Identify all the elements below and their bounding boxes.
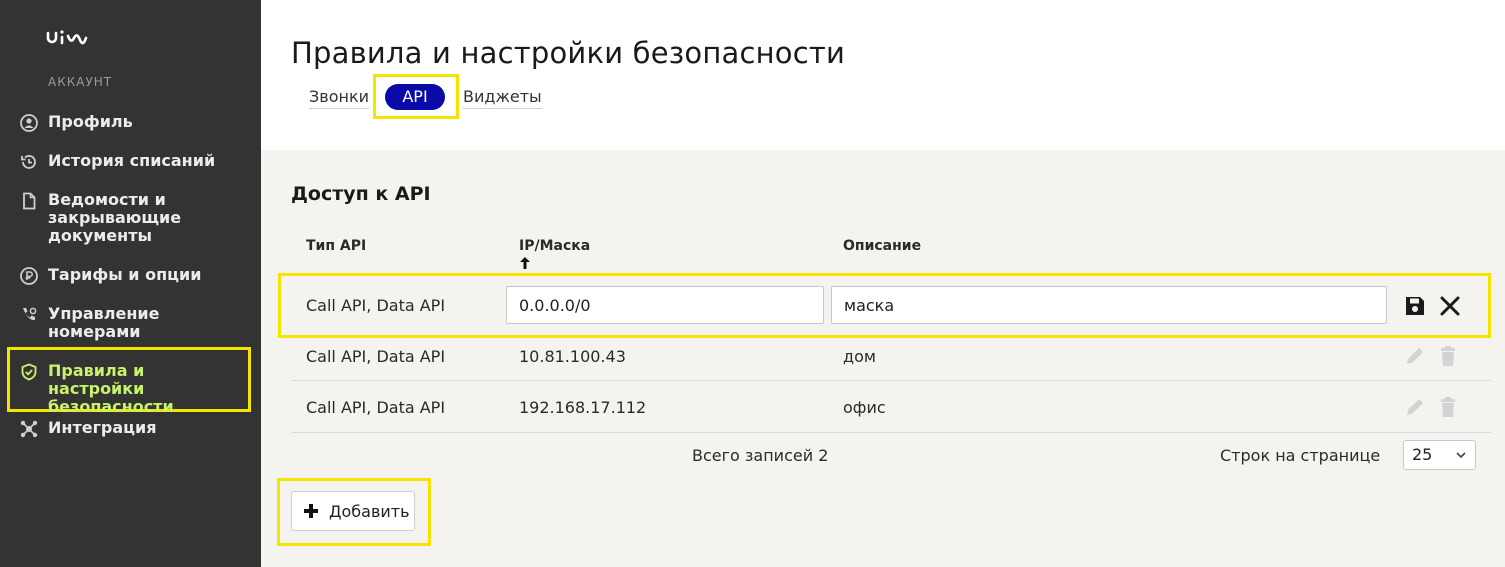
delete-icon[interactable]: [1437, 396, 1459, 418]
sort-ascending-icon[interactable]: [519, 256, 531, 270]
page-title: Правила и настройки безопасности: [291, 36, 846, 70]
delete-icon[interactable]: [1437, 345, 1459, 367]
save-icon[interactable]: [1404, 295, 1426, 317]
rows-per-page-select[interactable]: 25: [1403, 440, 1476, 470]
column-header-type: Тип API: [306, 238, 367, 254]
ip-mask-input[interactable]: [506, 286, 824, 324]
page-header: Правила и настройки безопасности Звонки …: [261, 0, 1505, 150]
edit-row-type: Call API, Data API: [306, 296, 446, 315]
tab-api[interactable]: API: [385, 84, 445, 110]
account-section-label: АККАУНТ: [48, 75, 113, 89]
row-ip: 10.81.100.43: [519, 347, 626, 366]
row-divider: [291, 380, 1491, 381]
edit-icon[interactable]: [1404, 345, 1426, 367]
add-button-label: Добавить: [329, 501, 410, 521]
total-records: Всего записей 2: [692, 446, 829, 465]
row-type: Call API, Data API: [306, 347, 446, 366]
sidebar-item-tariffs[interactable]: Тарифы и опции: [20, 266, 245, 285]
row-description: дом: [843, 347, 876, 366]
tariff-icon: [20, 267, 38, 285]
edit-icon[interactable]: [1404, 396, 1426, 418]
user-circle-icon: [20, 114, 38, 132]
column-header-ip[interactable]: IP/Маска: [519, 238, 590, 254]
add-button[interactable]: Добавить: [291, 491, 415, 531]
sidebar-item-label: Профиль: [48, 112, 133, 131]
sidebar-item-label: Управление номерами: [48, 304, 160, 341]
row-divider: [291, 432, 1491, 433]
uis-logo[interactable]: [46, 28, 92, 46]
column-header-description: Описание: [843, 238, 922, 254]
sidebar-item-integration[interactable]: Интеграция: [20, 419, 245, 438]
phone-settings-icon: [23, 307, 37, 321]
sidebar-item-label: История списаний: [48, 151, 216, 170]
shield-check-icon: [21, 363, 37, 381]
sidebar-item-documents[interactable]: Ведомости и закрывающие документы: [20, 191, 245, 245]
sidebar-item-profile[interactable]: Профиль: [20, 113, 245, 132]
document-icon: [23, 192, 36, 210]
chevron-down-icon: [1456, 452, 1466, 459]
sidebar-item-label: Интеграция: [48, 418, 157, 437]
sidebar-item-label: Правила и настройки безопасности: [48, 361, 174, 416]
tab-calls[interactable]: Звонки: [309, 87, 369, 109]
sidebar-item-label: Ведомости и закрывающие документы: [48, 190, 182, 245]
row-type: Call API, Data API: [306, 398, 446, 417]
section-title: Доступ к API: [291, 183, 431, 205]
api-access-panel: Доступ к API Тип API IP/Маска Описание C…: [261, 150, 1505, 567]
sidebar-item-label: Тарифы и опции: [48, 265, 202, 284]
plus-icon: [304, 504, 318, 518]
rows-per-page-value: 25: [1412, 445, 1433, 464]
integration-icon: [20, 420, 38, 438]
row-description: офис: [843, 398, 886, 417]
sidebar-item-numbers[interactable]: Управление номерами: [20, 305, 245, 341]
sidebar-item-history[interactable]: История списаний: [20, 152, 245, 171]
history-icon: [21, 155, 36, 169]
rows-per-page-label: Строк на странице: [1220, 446, 1381, 465]
tab-widgets[interactable]: Виджеты: [463, 87, 542, 109]
sidebar-item-security[interactable]: Правила и настройки безопасности: [20, 362, 245, 416]
description-input[interactable]: [831, 286, 1387, 324]
cancel-icon[interactable]: [1439, 295, 1461, 317]
row-ip: 192.168.17.112: [519, 398, 647, 417]
sidebar: АККАУНТ Профиль История списаний Ведомос…: [0, 0, 261, 567]
